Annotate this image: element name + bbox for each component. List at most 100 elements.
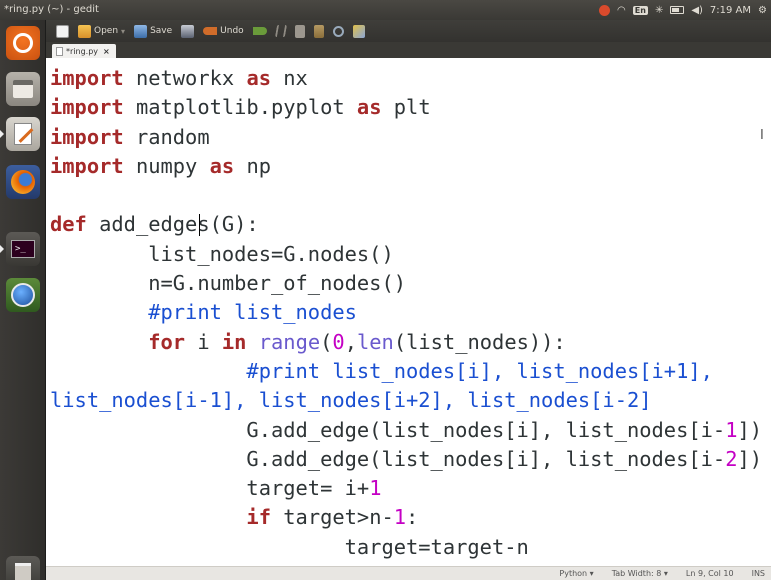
code-line: import networkx as nx xyxy=(50,64,762,93)
code-token: random xyxy=(123,124,210,149)
code-token: target>n- xyxy=(270,505,394,530)
code-line: G.add_edge(list_nodes[i], list_nodes[i-2… xyxy=(50,445,762,474)
code-token: nx xyxy=(271,66,308,90)
paste-icon xyxy=(313,24,324,38)
ubuntu-logo-icon xyxy=(13,33,33,53)
code-token: target= i+ xyxy=(50,476,370,501)
code-editor[interactable]: import networkx as nx import matplotlib.p… xyxy=(46,58,771,566)
launcher-gedit-button[interactable] xyxy=(6,117,40,151)
undo-button[interactable]: Undo xyxy=(201,22,246,40)
insert-mode: INS xyxy=(751,569,765,578)
launcher-files-button[interactable] xyxy=(6,72,40,106)
launcher-trash-button[interactable] xyxy=(6,556,40,580)
status-bar: Python ▾ Tab Width: 8 ▾ Ln 9, Col 10 INS xyxy=(46,566,771,580)
copy-button[interactable] xyxy=(293,22,307,40)
code-token: networkx xyxy=(123,66,247,90)
code-token: , xyxy=(344,329,357,354)
code-token: G.add_edge(list_nodes[i], list_nodes[i- xyxy=(50,446,726,471)
code-token: import xyxy=(50,153,124,178)
clock[interactable]: 7:19 AM xyxy=(710,5,751,16)
code-token: i xyxy=(185,329,222,354)
bluetooth-icon[interactable]: ✳ xyxy=(655,5,663,16)
code-token: 2 xyxy=(725,446,738,471)
code-token: G.add_edge(list_nodes[i], list_nodes[i- xyxy=(50,417,726,442)
replace-button[interactable] xyxy=(351,22,367,40)
save-button[interactable]: Save xyxy=(132,22,174,40)
session-gear-icon[interactable]: ⚙ xyxy=(758,5,767,16)
code-line: list_nodes[i-1], list_nodes[i+2], list_n… xyxy=(50,386,762,415)
code-token: np xyxy=(234,153,272,178)
tab-label: *ring.py xyxy=(66,46,99,56)
paste-button[interactable] xyxy=(312,22,326,40)
code-token: ]) xyxy=(737,417,763,442)
open-label: Open xyxy=(94,26,119,36)
code-token: ( xyxy=(320,329,333,354)
print-icon xyxy=(181,24,195,38)
code-line: n=G.number_of_nodes() xyxy=(50,269,762,298)
code-token: : xyxy=(406,505,419,530)
dash-home-button[interactable] xyxy=(6,26,40,60)
find-button[interactable] xyxy=(331,22,346,40)
code-token: matplotlib.pyplot xyxy=(123,95,357,120)
trash-icon xyxy=(15,563,31,580)
replace-icon xyxy=(352,24,365,38)
launcher: >_ xyxy=(0,20,46,580)
window-title: *ring.py (~) - gedit xyxy=(4,4,99,15)
code-line: import matplotlib.pyplot as plt xyxy=(50,93,762,122)
new-button[interactable] xyxy=(54,22,71,40)
open-button[interactable]: Open ▾ xyxy=(76,22,127,40)
running-app-indicator xyxy=(0,245,4,253)
tab-width-selector[interactable]: Tab Width: 8 ▾ xyxy=(612,569,668,578)
code-token: def xyxy=(50,212,87,237)
open-folder-icon xyxy=(78,24,91,38)
redo-icon xyxy=(252,27,267,35)
code-line: #print list_nodes xyxy=(50,298,762,327)
code-token: 1 xyxy=(369,476,382,501)
toolbar: Open ▾ Save Undo xyxy=(46,20,771,42)
launcher-browser-button[interactable] xyxy=(6,278,40,312)
code-token: if xyxy=(246,505,271,530)
keyboard-layout-indicator[interactable]: En xyxy=(632,5,648,15)
tab-ring-py[interactable]: *ring.py × xyxy=(52,44,116,58)
code-token: as xyxy=(209,153,235,178)
redo-button[interactable] xyxy=(251,22,269,40)
code-token: #print list_nodes xyxy=(50,300,357,325)
record-indicator-icon[interactable] xyxy=(599,4,611,16)
code-token: #print list_nodes[i], list_nodes[i+1], xyxy=(50,358,713,383)
code-token: import xyxy=(50,66,124,90)
cursor-position: Ln 9, Col 10 xyxy=(685,569,734,578)
code-token: list_nodes=G.nodes() xyxy=(50,241,394,266)
file-manager-icon xyxy=(13,80,33,98)
code-token: 1 xyxy=(393,505,407,530)
code-token: plt xyxy=(381,95,431,120)
code-token: ]) xyxy=(737,446,763,471)
wifi-icon[interactable]: ◠ xyxy=(617,5,626,16)
code-token: n=G.number_of_nodes() xyxy=(50,271,407,296)
new-document-icon xyxy=(56,24,69,38)
active-app-indicator xyxy=(0,130,4,138)
code-token: import xyxy=(50,124,124,149)
tab-bar: *ring.py × xyxy=(46,42,771,58)
print-button[interactable] xyxy=(179,22,196,40)
text-cursor xyxy=(199,214,200,236)
launcher-firefox-button[interactable] xyxy=(6,165,40,199)
language-selector[interactable]: Python ▾ xyxy=(559,569,593,578)
code-line: #print list_nodes[i], list_nodes[i+1], xyxy=(50,357,762,386)
code-token: as xyxy=(246,66,271,90)
top-panel: *ring.py (~) - gedit ◠ En ✳ ◀) 7:19 AM ⚙ xyxy=(0,0,771,20)
cut-button[interactable] xyxy=(274,22,288,40)
launcher-terminal-button[interactable]: >_ xyxy=(6,232,40,266)
code-line: import random xyxy=(50,123,762,152)
open-dropdown-icon[interactable]: ▾ xyxy=(121,27,125,36)
code-token: target=target-n xyxy=(50,534,529,559)
tab-close-icon[interactable]: × xyxy=(103,47,110,56)
code-token: 0 xyxy=(332,329,345,354)
code-token: range xyxy=(258,329,321,354)
copy-icon xyxy=(294,24,305,38)
firefox-icon xyxy=(11,170,35,194)
battery-icon[interactable] xyxy=(670,6,685,14)
code-line: for i in range(0,len(list_nodes)): xyxy=(50,328,762,357)
volume-icon[interactable]: ◀) xyxy=(691,5,703,16)
